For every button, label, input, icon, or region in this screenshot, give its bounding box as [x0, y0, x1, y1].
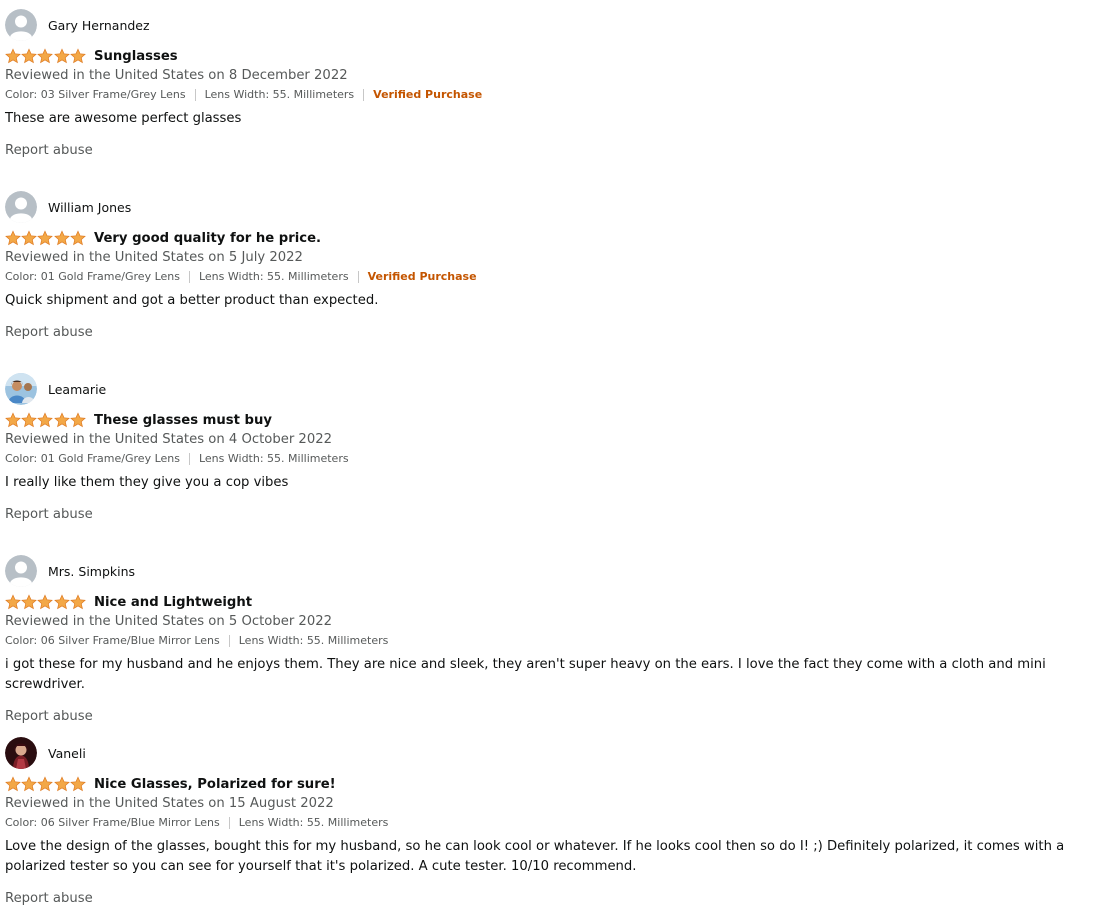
lens-width-variant: Lens Width: 55. Millimeters — [198, 452, 349, 465]
star-rating[interactable] — [5, 48, 86, 64]
star-icon — [5, 776, 21, 792]
star-icon — [37, 412, 54, 428]
lens-width-variant: Lens Width: 55. Millimeters — [204, 88, 355, 101]
divider — [357, 271, 359, 283]
review-date: Reviewed in the United States on 8 Decem… — [5, 68, 348, 83]
reviewer-name[interactable]: Mrs. Simpkins — [48, 564, 135, 579]
star-icon — [5, 594, 21, 610]
star-icon — [69, 48, 86, 64]
report-abuse-link[interactable]: Report abuse — [5, 142, 1117, 160]
divider — [194, 89, 196, 101]
report-abuse-link[interactable]: Report abuse — [5, 324, 1117, 342]
review-date: Reviewed in the United States on 15 Augu… — [5, 796, 334, 811]
star-icon — [53, 594, 70, 610]
format-strip: Color: 03 Silver Frame/Grey Lens Lens Wi… — [5, 87, 1117, 103]
reviewer-name[interactable]: Gary Hernandez — [48, 18, 150, 33]
star-icon — [21, 230, 38, 246]
reviewer-name[interactable]: Vaneli — [48, 746, 86, 761]
star-rating[interactable] — [5, 412, 86, 428]
format-strip: Color: 06 Silver Frame/Blue Mirror Lens … — [5, 633, 1117, 649]
star-icon — [37, 48, 54, 64]
star-icon — [53, 230, 70, 246]
format-strip: Color: 01 Gold Frame/Grey Lens Lens Widt… — [5, 269, 1117, 285]
default-avatar-icon[interactable] — [5, 191, 37, 223]
star-rating[interactable] — [5, 230, 86, 246]
format-strip: Color: 06 Silver Frame/Blue Mirror Lens … — [5, 815, 1117, 831]
color-variant-link[interactable]: Color: 06 Silver Frame/Blue Mirror Lens — [5, 633, 220, 649]
star-icon — [53, 48, 70, 64]
color-variant-link[interactable]: Color: 06 Silver Frame/Blue Mirror Lens — [5, 815, 220, 831]
reviewer-profile[interactable]: Gary Hernandez — [5, 9, 1117, 41]
star-icon — [21, 48, 38, 64]
verified-purchase-badge: Verified Purchase — [373, 88, 483, 101]
reviewer-profile[interactable]: Vaneli — [5, 737, 1117, 769]
review-title[interactable]: Nice and Lightweight — [94, 595, 252, 610]
review-body: These are awesome perfect glasses — [5, 111, 242, 126]
reviewer-profile[interactable]: Mrs. Simpkins — [5, 555, 1117, 587]
star-icon — [53, 776, 70, 792]
star-icon — [69, 594, 86, 610]
default-avatar-icon[interactable] — [5, 555, 37, 587]
reviewer-profile[interactable]: Leamarie — [5, 373, 1117, 405]
review-title[interactable]: These glasses must buy — [94, 413, 272, 428]
review-title[interactable]: Sunglasses — [94, 49, 178, 64]
review-body: Love the design of the glasses, bought t… — [5, 839, 1065, 874]
review-body: I really like them they give you a cop v… — [5, 475, 289, 490]
reviewer-name[interactable]: William Jones — [48, 200, 131, 215]
color-variant-link[interactable]: Color: 01 Gold Frame/Grey Lens — [5, 451, 180, 467]
review-body: i got these for my husband and he enjoys… — [5, 657, 1046, 692]
default-avatar-icon[interactable] — [5, 9, 37, 41]
lens-width-variant: Lens Width: 55. Millimeters — [238, 816, 389, 829]
star-icon — [69, 230, 86, 246]
photo-avatar-icon[interactable] — [5, 737, 37, 769]
report-abuse-link[interactable]: Report abuse — [5, 506, 1117, 524]
review-card: Leamarie These glasses must buy Reviewed… — [5, 373, 1117, 524]
review-title[interactable]: Very good quality for he price. — [94, 231, 321, 246]
star-icon — [21, 594, 38, 610]
review-card: William Jones Very good quality for he p… — [5, 191, 1117, 342]
star-icon — [21, 776, 38, 792]
star-icon — [21, 412, 38, 428]
lens-width-variant: Lens Width: 55. Millimeters — [238, 634, 389, 647]
divider — [228, 817, 230, 829]
reviewer-name[interactable]: Leamarie — [48, 382, 106, 397]
reviewer-profile[interactable]: William Jones — [5, 191, 1117, 223]
verified-purchase-badge: Verified Purchase — [367, 270, 477, 283]
divider — [188, 271, 190, 283]
star-icon — [5, 48, 21, 64]
divider — [188, 453, 190, 465]
report-abuse-link[interactable]: Report abuse — [5, 708, 1117, 726]
review-card: Vaneli Nice Glasses, Polarized for sure!… — [5, 737, 1117, 908]
divider — [363, 89, 365, 101]
star-icon — [5, 412, 21, 428]
lens-width-variant: Lens Width: 55. Millimeters — [198, 270, 349, 283]
review-body: Quick shipment and got a better product … — [5, 293, 379, 308]
star-rating[interactable] — [5, 776, 86, 792]
review-date: Reviewed in the United States on 4 Octob… — [5, 432, 332, 447]
star-icon — [37, 594, 54, 610]
star-icon — [37, 776, 54, 792]
star-icon — [37, 230, 54, 246]
color-variant-link[interactable]: Color: 01 Gold Frame/Grey Lens — [5, 269, 180, 285]
divider — [228, 635, 230, 647]
color-variant-link[interactable]: Color: 03 Silver Frame/Grey Lens — [5, 87, 186, 103]
review-title[interactable]: Nice Glasses, Polarized for sure! — [94, 777, 336, 792]
review-date: Reviewed in the United States on 5 Octob… — [5, 614, 332, 629]
star-icon — [5, 230, 21, 246]
review-card: Gary Hernandez Sunglasses Reviewed in th… — [5, 9, 1117, 160]
format-strip: Color: 01 Gold Frame/Grey Lens Lens Widt… — [5, 451, 1117, 467]
report-abuse-link[interactable]: Report abuse — [5, 890, 1117, 908]
review-card: Mrs. Simpkins Nice and Lightweight Revie… — [5, 555, 1117, 726]
photo-avatar-icon[interactable] — [5, 373, 37, 405]
review-date: Reviewed in the United States on 5 July … — [5, 250, 303, 265]
star-icon — [69, 412, 86, 428]
star-rating[interactable] — [5, 594, 86, 610]
star-icon — [53, 412, 70, 428]
star-icon — [69, 776, 86, 792]
